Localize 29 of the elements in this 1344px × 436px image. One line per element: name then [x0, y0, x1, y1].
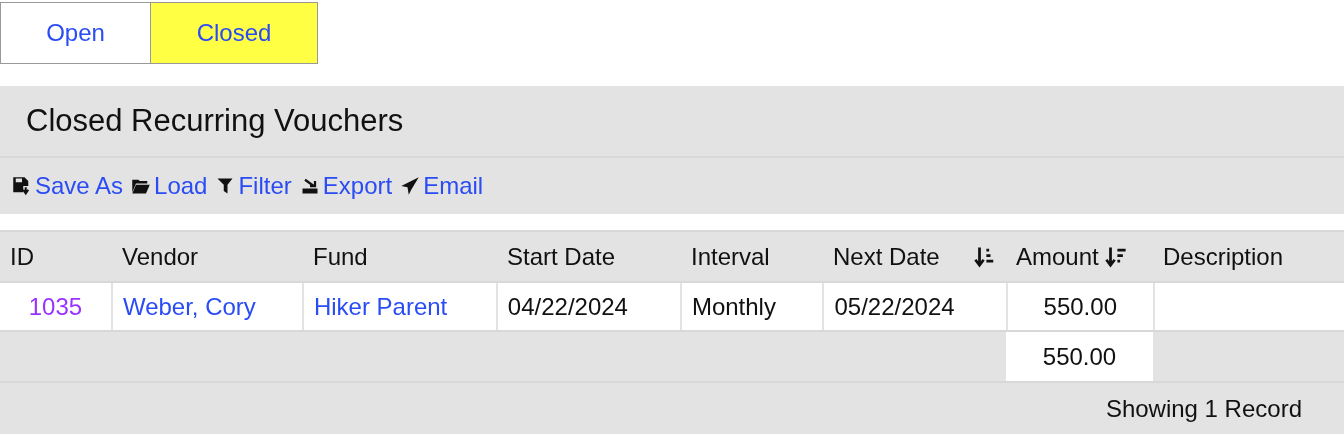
column-header[interactable]: Next Date — [833, 238, 940, 275]
total-cell: 550.00 — [1006, 332, 1153, 381]
load-link[interactable]: Load — [131, 168, 208, 204]
email-icon — [400, 176, 421, 196]
column-header[interactable]: Start Date — [507, 238, 616, 275]
table-cell[interactable]: Hiker Parent — [303, 283, 496, 330]
email-link[interactable]: Email — [400, 168, 484, 204]
sort-icon[interactable] — [974, 245, 996, 268]
tab[interactable]: Open — [0, 2, 151, 64]
sort-icon[interactable] — [1104, 245, 1127, 268]
save-link[interactable]: Save As — [12, 168, 124, 204]
page-title: Closed Recurring Vouchers — [26, 101, 404, 140]
column-header[interactable]: Description — [1163, 238, 1284, 275]
tab[interactable]: Closed — [150, 2, 318, 64]
column-header[interactable]: Amount — [1016, 238, 1099, 275]
column-header[interactable]: ID — [10, 238, 34, 275]
filter-link[interactable]: Filter — [215, 168, 292, 204]
column-header[interactable]: Vendor — [122, 238, 199, 275]
table-cell[interactable]: 1035 — [0, 283, 111, 330]
column-header[interactable]: Fund — [313, 238, 368, 275]
record-count: Showing 1 Record — [1105, 393, 1302, 424]
table-cell: Monthly — [681, 283, 823, 330]
table-cell: 04/22/2024 — [497, 283, 680, 330]
column-header[interactable]: Interval — [691, 238, 770, 275]
export-link[interactable]: Export — [299, 168, 393, 204]
table-cell: 550.00 — [1007, 283, 1154, 330]
table-cell[interactable]: Weber, Cory — [112, 283, 302, 330]
table-cell: 05/22/2024 — [824, 283, 1006, 330]
save-icon — [12, 176, 32, 196]
